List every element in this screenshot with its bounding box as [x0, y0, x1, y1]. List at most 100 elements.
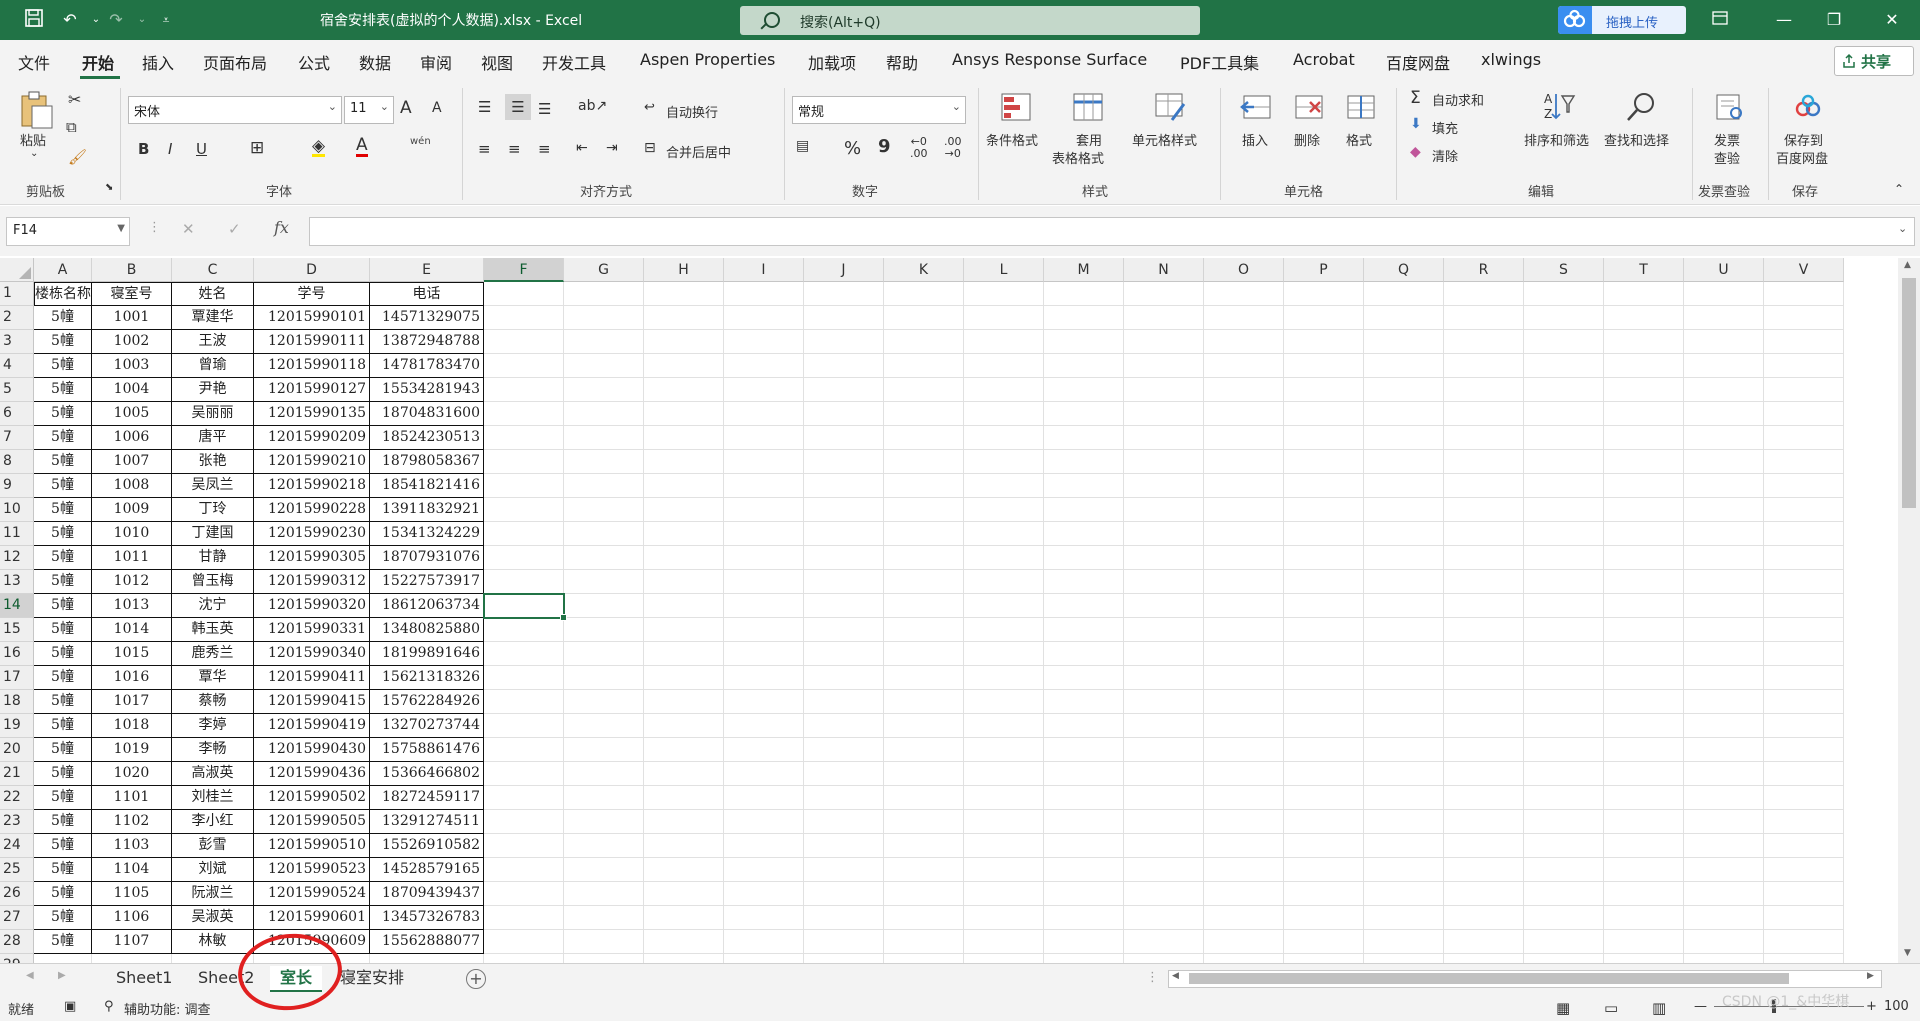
table-cell[interactable] — [1284, 522, 1364, 546]
table-cell[interactable] — [1364, 666, 1444, 690]
table-cell[interactable] — [724, 570, 804, 594]
save-icon[interactable] — [22, 8, 46, 32]
table-cell[interactable] — [804, 738, 884, 762]
table-cell[interactable] — [1044, 618, 1124, 642]
table-cell[interactable]: 12015990118 — [254, 354, 370, 378]
table-cell[interactable] — [884, 594, 964, 618]
tab-baidu-netdisk[interactable]: 百度网盘 — [1386, 50, 1450, 74]
tab-developer[interactable]: 开发工具 — [542, 50, 606, 74]
table-cell[interactable] — [564, 330, 644, 354]
table-cell[interactable] — [884, 954, 964, 963]
table-cell[interactable] — [1364, 522, 1444, 546]
table-cell[interactable] — [1124, 930, 1204, 954]
table-cell[interactable] — [564, 474, 644, 498]
table-cell[interactable] — [370, 954, 484, 963]
table-cell[interactable] — [644, 666, 724, 690]
baidu-upload-button[interactable]: 拖拽上传 — [1558, 6, 1686, 34]
table-cell[interactable] — [1604, 954, 1684, 963]
column-header[interactable]: U — [1684, 258, 1764, 282]
table-cell[interactable]: 12015990135 — [254, 402, 370, 426]
accessibility-icon[interactable]: ⚲ — [104, 999, 114, 1014]
table-cell[interactable] — [1044, 282, 1124, 306]
table-cell[interactable] — [884, 930, 964, 954]
table-cell[interactable] — [644, 786, 724, 810]
table-cell[interactable] — [1204, 378, 1284, 402]
align-left-icon[interactable]: ≡ — [478, 140, 491, 158]
table-cell[interactable] — [1444, 306, 1524, 330]
table-cell[interactable] — [1044, 786, 1124, 810]
table-cell[interactable]: 曾瑜 — [172, 354, 254, 378]
table-cell[interactable] — [484, 426, 564, 450]
prev-sheet-icon[interactable]: ◀ — [26, 970, 34, 981]
row-header[interactable]: 13 — [0, 570, 34, 594]
table-cell[interactable] — [1124, 618, 1204, 642]
table-cell[interactable] — [1204, 306, 1284, 330]
table-cell[interactable] — [644, 954, 724, 963]
shrink-font-icon[interactable]: A — [432, 100, 442, 116]
table-cell[interactable] — [1684, 402, 1764, 426]
expand-formula-bar-icon[interactable]: ⌄ — [1898, 222, 1907, 235]
table-cell[interactable] — [1044, 834, 1124, 858]
table-cell[interactable] — [1684, 738, 1764, 762]
table-cell[interactable] — [1044, 570, 1124, 594]
next-sheet-icon[interactable]: ▶ — [58, 970, 66, 981]
table-cell[interactable] — [1604, 474, 1684, 498]
table-cell[interactable] — [1604, 834, 1684, 858]
table-cell[interactable]: 12015990312 — [254, 570, 370, 594]
table-cell[interactable] — [484, 906, 564, 930]
table-cell[interactable] — [1604, 282, 1684, 306]
normal-view-icon[interactable]: ▦ — [1556, 999, 1570, 1017]
table-cell[interactable]: 5幢 — [34, 570, 92, 594]
table-cell[interactable]: 5幢 — [34, 666, 92, 690]
vertical-scroll-thumb[interactable] — [1902, 278, 1916, 508]
table-cell[interactable] — [564, 570, 644, 594]
table-cell[interactable]: 5幢 — [34, 714, 92, 738]
table-cell[interactable]: 13291274511 — [370, 810, 484, 834]
table-cell[interactable] — [564, 498, 644, 522]
format-cells-icon[interactable] — [1344, 92, 1375, 122]
invoice-check-icon[interactable] — [1714, 92, 1744, 122]
table-cell[interactable] — [1684, 426, 1764, 450]
table-cell[interactable] — [964, 642, 1044, 666]
table-cell[interactable] — [1124, 546, 1204, 570]
table-cell[interactable] — [964, 618, 1044, 642]
row-header[interactable]: 26 — [0, 882, 34, 906]
row-header[interactable]: 1 — [0, 282, 34, 306]
table-cell[interactable] — [1284, 786, 1364, 810]
table-cell[interactable]: 5幢 — [34, 330, 92, 354]
table-cell[interactable] — [1524, 882, 1604, 906]
table-cell[interactable] — [1604, 810, 1684, 834]
table-cell[interactable]: 1017 — [92, 690, 172, 714]
table-cell[interactable] — [1444, 570, 1524, 594]
table-cell[interactable] — [564, 858, 644, 882]
table-cell[interactable] — [564, 546, 644, 570]
table-cell[interactable] — [644, 738, 724, 762]
decrease-indent-icon[interactable]: ⇤ — [576, 140, 588, 156]
table-cell[interactable] — [724, 690, 804, 714]
table-cell[interactable] — [884, 858, 964, 882]
table-cell[interactable] — [724, 714, 804, 738]
tab-formulas[interactable]: 公式 — [298, 50, 330, 74]
table-cell[interactable] — [1204, 786, 1284, 810]
table-cell[interactable] — [1604, 666, 1684, 690]
table-cell[interactable] — [884, 786, 964, 810]
table-cell[interactable]: 18199891646 — [370, 642, 484, 666]
table-cell[interactable]: 王波 — [172, 330, 254, 354]
table-cell[interactable] — [884, 498, 964, 522]
table-cell[interactable] — [564, 906, 644, 930]
cut-icon[interactable]: ✂ — [68, 90, 81, 109]
table-cell[interactable] — [1124, 402, 1204, 426]
table-cell[interactable] — [1444, 546, 1524, 570]
table-cell[interactable] — [484, 402, 564, 426]
table-cell[interactable] — [564, 714, 644, 738]
table-cell[interactable] — [1524, 282, 1604, 306]
table-cell[interactable] — [1604, 594, 1684, 618]
table-cell[interactable]: 吴凤兰 — [172, 474, 254, 498]
table-cell[interactable] — [484, 546, 564, 570]
tab-view[interactable]: 视图 — [481, 50, 513, 74]
table-cell[interactable] — [1764, 354, 1844, 378]
table-cell[interactable] — [804, 786, 884, 810]
table-cell[interactable]: 5幢 — [34, 306, 92, 330]
table-cell[interactable] — [564, 306, 644, 330]
table-cell[interactable]: 12015990218 — [254, 474, 370, 498]
